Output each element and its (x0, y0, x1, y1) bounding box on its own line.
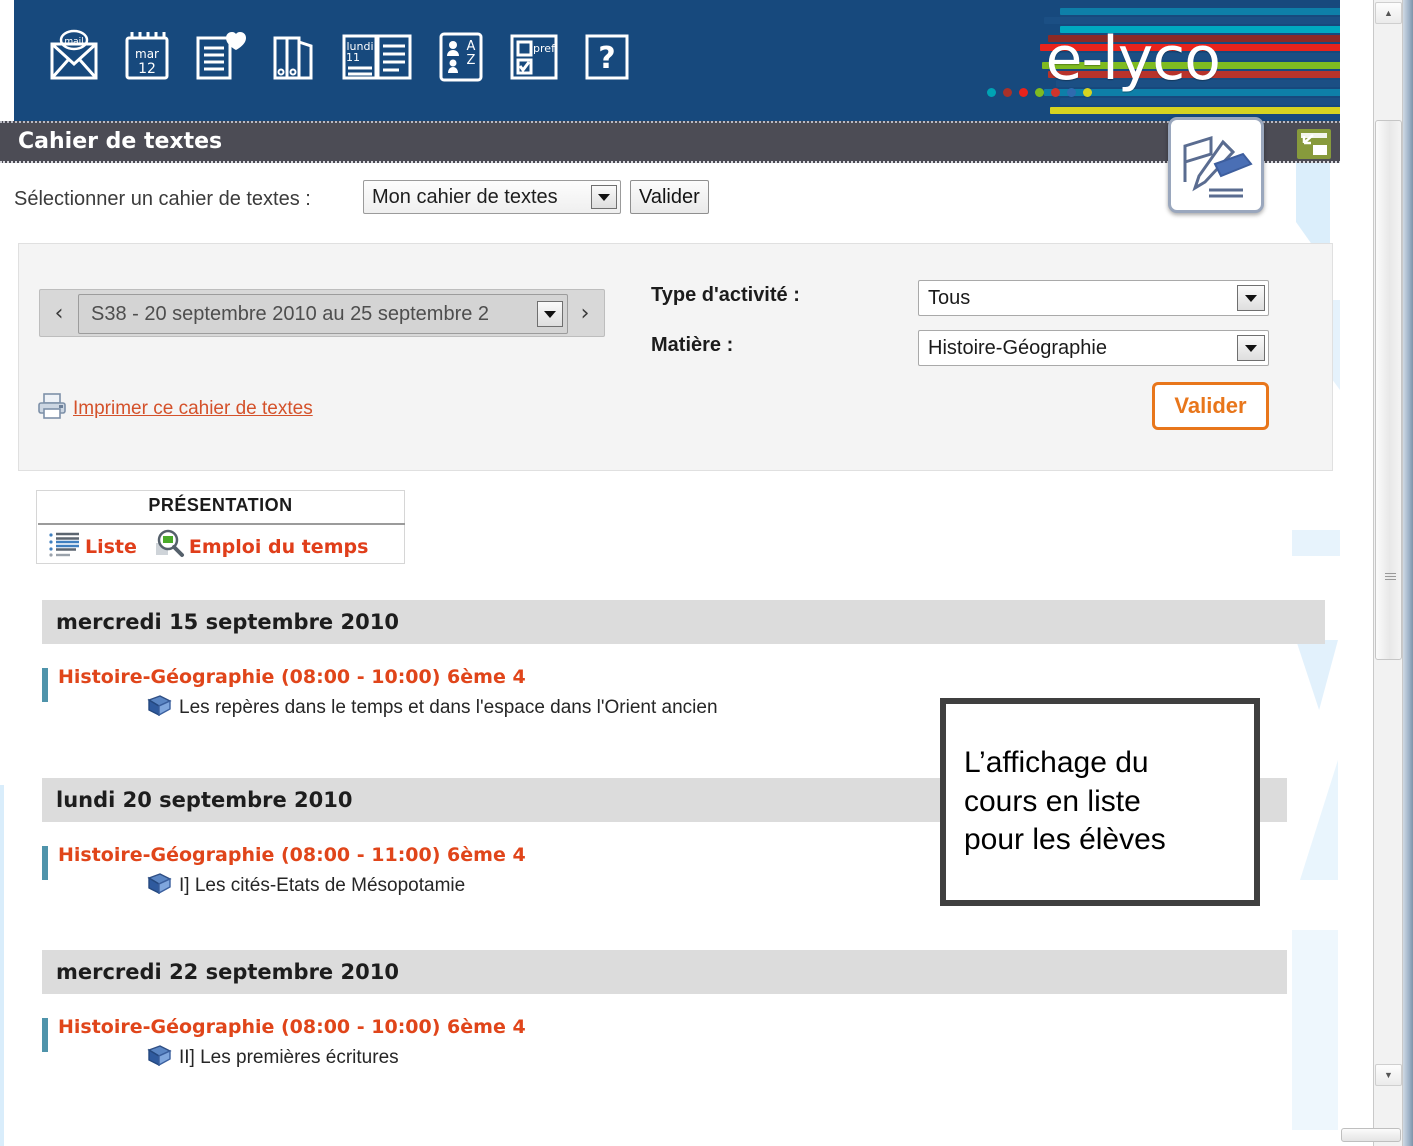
application-area: mail mar 12 (0, 0, 1360, 1146)
svg-text:11: 11 (346, 51, 360, 64)
directory-icon[interactable]: A Z (433, 26, 489, 86)
activity-type-value: Tous (919, 287, 970, 310)
divider (38, 523, 405, 525)
svg-text:mail: mail (64, 37, 83, 47)
validate-filters-button[interactable]: Valider (1152, 382, 1269, 430)
main-navigation: mail mar 12 (46, 26, 635, 86)
list-icon (47, 529, 81, 564)
scroll-thumb[interactable] (1375, 120, 1402, 660)
horizontal-scroll-thumb[interactable] (1341, 1128, 1401, 1142)
course-entry: Histoire-Géographie (08:00 - 10:00) 6ème… (42, 1016, 1340, 1072)
book-icon (146, 694, 172, 722)
triangle-down-icon[interactable]: ▼ (1375, 1064, 1402, 1086)
presentation-mode-emploi-du-temps[interactable]: Emploi du temps (153, 529, 369, 564)
svg-text:?: ? (598, 41, 615, 76)
day-header: mercredi 15 septembre 2010 (42, 600, 1325, 644)
restore-window-icon[interactable] (1297, 129, 1331, 159)
page-titlebar: Cahier de textes (0, 121, 1360, 163)
chevron-right-icon[interactable]: › (570, 294, 600, 332)
notebook-selector-row: Sélectionner un cahier de textes : Mon c… (0, 180, 1340, 226)
course-work-item[interactable]: II] Les premières écritures (146, 1044, 1340, 1072)
book-icon (146, 1044, 172, 1072)
preferences-icon[interactable]: pref (506, 26, 562, 86)
print-row: Imprimer ce cahier de textes (37, 392, 313, 425)
callout-line-3: pour les élèves (964, 821, 1236, 859)
vertical-scrollbar[interactable]: ▲ ▼ (1373, 0, 1403, 1146)
chevron-down-icon[interactable] (1237, 285, 1265, 311)
presentation-emploi-label: Emploi du temps (189, 536, 369, 558)
window-chrome-right: ▲ ▼ (1340, 0, 1413, 1146)
page-title: Cahier de textes (18, 129, 222, 154)
favorites-note-icon[interactable] (192, 26, 248, 86)
week-select[interactable]: S38 - 20 septembre 2010 au 25 septembre … (78, 294, 568, 334)
course-work-text: Les repères dans le temps et dans l'espa… (179, 697, 718, 719)
presentation-options: Liste Emploi du temps (47, 529, 368, 564)
help-icon[interactable]: ? (579, 26, 635, 86)
scroll-grip (1385, 573, 1396, 582)
filter-panel: ‹ S38 - 20 septembre 2010 au 25 septembr… (18, 243, 1333, 471)
mail-icon[interactable]: mail (46, 26, 102, 86)
banner-left-edge (0, 0, 14, 121)
window-border (1403, 0, 1413, 1146)
presentation-liste-label: Liste (85, 536, 137, 558)
subject-select[interactable]: Histoire-Géographie (918, 330, 1269, 366)
presentation-title: PRÉSENTATION (37, 495, 404, 516)
top-banner: mail mar 12 (0, 0, 1360, 121)
calendar-icon[interactable]: mar 12 (119, 26, 175, 86)
agenda-book-icon[interactable]: lundi 11 (338, 26, 416, 86)
svg-text:Z: Z (467, 53, 476, 68)
logo-dots (987, 88, 1092, 97)
book-icon (146, 872, 172, 900)
documents-icon[interactable] (265, 26, 321, 86)
svg-text:12: 12 (138, 61, 156, 77)
printer-icon (37, 392, 67, 425)
week-navigator: ‹ S38 - 20 septembre 2010 au 25 septembr… (39, 289, 605, 337)
svg-text:pref: pref (533, 42, 556, 55)
subject-label: Matière : (651, 334, 733, 357)
elyco-logo: e-lyco (1046, 24, 1220, 94)
course-work-text: II] Les premières écritures (179, 1047, 399, 1069)
banner-body: mail mar 12 (14, 0, 1360, 121)
print-notebook-link[interactable]: Imprimer ce cahier de textes (73, 398, 313, 420)
magnifier-icon (153, 529, 185, 564)
background-decoration (1292, 530, 1340, 556)
activity-type-label: Type d'activité : (651, 284, 800, 307)
course-title: Histoire-Géographie (08:00 - 10:00) 6ème… (58, 666, 1340, 688)
course-title: Histoire-Géographie (08:00 - 10:00) 6ème… (58, 1016, 1340, 1038)
chevron-down-icon[interactable] (537, 301, 563, 327)
chevron-down-icon[interactable] (591, 185, 617, 209)
notebook-selector-label: Sélectionner un cahier de textes : (14, 188, 311, 211)
notebook-select[interactable]: Mon cahier de textes (363, 180, 621, 214)
svg-text:A: A (467, 39, 476, 54)
presentation-box: PRÉSENTATION (36, 490, 405, 564)
screenshot-root: mail mar 12 (0, 0, 1413, 1146)
svg-text:mar: mar (135, 47, 159, 61)
triangle-up-icon[interactable]: ▲ (1375, 2, 1402, 24)
week-select-value: S38 - 20 septembre 2010 au 25 septembre … (79, 303, 489, 326)
callout-line-2: cours en liste (964, 783, 1236, 821)
chevron-down-icon[interactable] (1237, 335, 1265, 361)
validate-notebook-button[interactable]: Valider (630, 180, 709, 214)
presentation-mode-liste[interactable]: Liste (47, 529, 137, 564)
activity-type-select[interactable]: Tous (918, 280, 1269, 316)
chevron-left-icon[interactable]: ‹ (44, 294, 74, 332)
notebook-select-value: Mon cahier de textes (364, 186, 558, 209)
subject-value: Histoire-Géographie (919, 337, 1107, 360)
day-header: mercredi 22 septembre 2010 (42, 950, 1287, 994)
course-work-text: I] Les cités-Etats de Mésopotamie (179, 875, 465, 897)
callout-line-1: L’affichage du (964, 744, 1236, 782)
annotation-callout: L’affichage du cours en liste pour les é… (940, 698, 1260, 906)
